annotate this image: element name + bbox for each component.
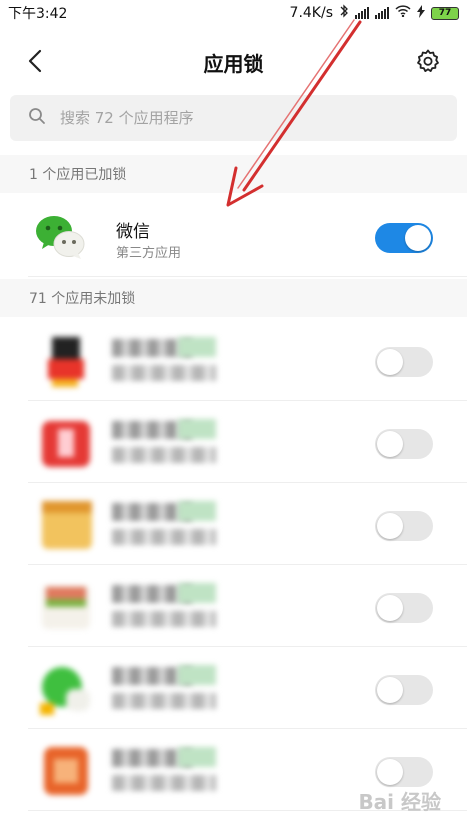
gear-icon <box>415 48 441 78</box>
search-input[interactable] <box>60 109 420 127</box>
app-subtitle: 第三方应用 <box>116 246 182 261</box>
signal-icon <box>355 7 369 19</box>
search-bar[interactable] <box>10 95 457 141</box>
lock-toggle[interactable] <box>375 347 433 377</box>
app-subtitle-blurred <box>112 693 216 709</box>
app-row-blurred-5[interactable] <box>28 647 467 729</box>
lock-toggle[interactable] <box>375 675 433 705</box>
lock-toggle[interactable] <box>375 511 433 541</box>
toggle-knob <box>377 513 403 539</box>
wifi-icon <box>395 5 411 21</box>
app-name: 微信 <box>116 222 150 242</box>
app-subtitle-blurred <box>112 529 216 545</box>
app-row-wechat[interactable]: 微信 第三方应用 <box>28 195 467 277</box>
charging-icon <box>417 4 425 22</box>
status-bar: 下午3:42 7.4K/s 77 <box>0 0 467 26</box>
settings-button[interactable] <box>411 46 445 80</box>
app-row-blurred-1[interactable] <box>28 319 467 401</box>
app-row-blurred-2[interactable] <box>28 401 467 483</box>
app-name-blurred-tag <box>178 419 216 439</box>
status-time: 下午3:42 <box>8 6 68 22</box>
app-subtitle-blurred <box>112 775 216 791</box>
status-indicators: 7.4K/s 77 <box>290 4 459 22</box>
app-row-blurred-3[interactable] <box>28 483 467 565</box>
app-icon-blurred <box>38 331 94 389</box>
toggle-knob <box>377 431 403 457</box>
toggle-knob <box>377 759 403 785</box>
app-icon-blurred <box>38 577 94 635</box>
app-icon-blurred <box>38 741 94 799</box>
battery-icon: 77 <box>431 6 459 20</box>
signal-icon-2 <box>375 7 389 19</box>
app-name-blurred-tag <box>178 337 216 357</box>
title-bar: 应用锁 <box>0 26 467 96</box>
app-icon-blurred <box>38 413 94 471</box>
bluetooth-icon <box>339 4 349 22</box>
app-name-blurred-tag <box>178 583 216 603</box>
net-speed: 7.4K/s <box>289 5 333 21</box>
page-title: 应用锁 <box>203 52 264 76</box>
app-icon-blurred <box>38 659 94 717</box>
app-subtitle-blurred <box>112 447 216 463</box>
locked-section-header: 1 个应用已加锁 <box>0 155 467 193</box>
lock-toggle[interactable] <box>375 429 433 459</box>
lock-toggle[interactable] <box>375 593 433 623</box>
toggle-knob <box>377 677 403 703</box>
lock-toggle-wechat[interactable] <box>375 223 433 253</box>
toggle-knob <box>405 225 431 251</box>
wechat-icon <box>32 209 88 265</box>
search-icon <box>28 107 46 129</box>
watermark-logo: Bai 经验 <box>358 790 441 814</box>
app-subtitle-blurred <box>112 611 216 627</box>
lock-toggle[interactable] <box>375 757 433 787</box>
app-name-blurred-tag <box>178 665 216 685</box>
unlocked-section-header: 71 个应用未加锁 <box>0 279 467 317</box>
app-icon-blurred <box>38 495 94 553</box>
app-name-blurred-tag <box>178 747 216 767</box>
toggle-knob <box>377 595 403 621</box>
app-subtitle-blurred <box>112 365 216 381</box>
app-name-blurred-tag <box>178 501 216 521</box>
app-row-blurred-4[interactable] <box>28 565 467 647</box>
toggle-knob <box>377 349 403 375</box>
